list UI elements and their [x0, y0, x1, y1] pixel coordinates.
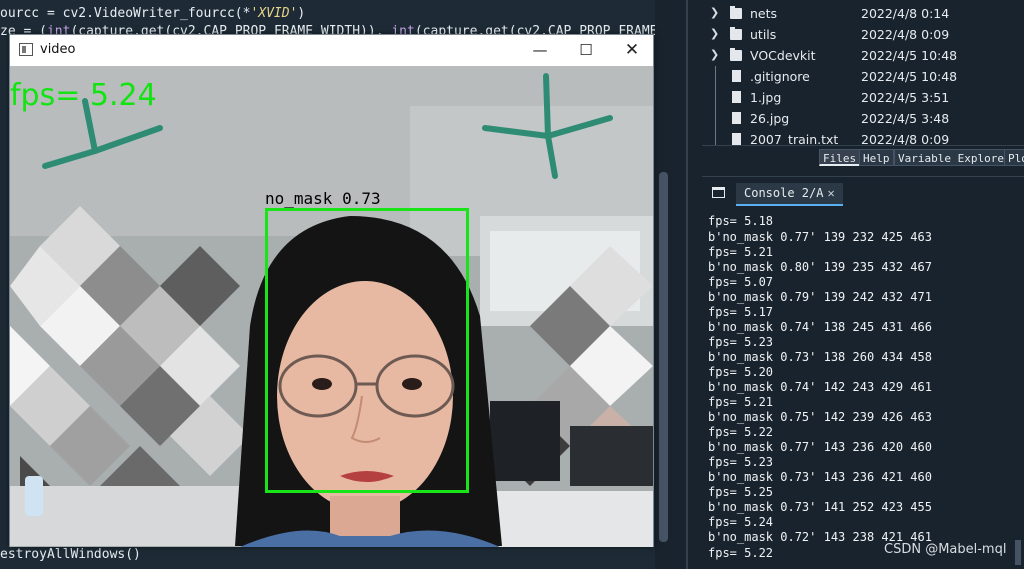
window-title: video [40, 42, 76, 57]
tab-console[interactable]: Console 2/A ✕ [736, 183, 843, 206]
code-line: ourcc = cv2.VideoWriter_fourcc(*'XVID') [0, 6, 306, 21]
console-line: b'no_mask 0.79' 139 242 432 471 [708, 290, 932, 304]
file-date: 2022/4/5 10:48 [861, 48, 958, 63]
close-icon[interactable]: ✕ [827, 186, 834, 200]
file-date: 2022/4/8 0:09 [861, 27, 950, 42]
maximize-button[interactable]: ☐ [563, 35, 609, 65]
console-line: b'no_mask 0.73' 141 252 423 455 [708, 500, 932, 514]
file-name: utils [750, 27, 777, 42]
console-line: fps= 5.23 [708, 455, 774, 469]
maximize-icon: ☐ [579, 41, 593, 59]
tree-line [715, 108, 716, 129]
file-row[interactable]: 2007_train.txt 2022/4/8 0:09 [702, 129, 1024, 145]
file-name: nets [750, 6, 778, 21]
folder-icon [730, 6, 742, 19]
file-date: 2022/4/8 0:09 [861, 132, 950, 145]
file-name: VOCdevkit [750, 48, 816, 63]
console-tab-label: Console 2/A [744, 186, 824, 200]
console-line: b'no_mask 0.77' 143 236 420 460 [708, 440, 932, 454]
file-row[interactable]: .gitignore 2022/4/5 10:48 [702, 66, 1024, 87]
tree-line [715, 87, 716, 108]
console-line: fps= 5.18 [708, 214, 774, 228]
console-line: b'no_mask 0.74' 138 245 431 466 [708, 320, 932, 334]
scrollbar-thumb[interactable] [659, 172, 668, 542]
detection-bounding-box [265, 208, 469, 493]
tree-line [715, 129, 716, 145]
console-line: fps= 5.24 [708, 515, 774, 529]
tab-help[interactable]: Help [859, 149, 894, 166]
console-line: fps= 5.22 [708, 546, 774, 560]
console-line: fps= 5.20 [708, 365, 774, 379]
file-date: 2022/4/8 0:14 [861, 6, 950, 21]
tree-line [715, 66, 716, 87]
file-row[interactable]: 26.jpg 2022/4/5 3:48 [702, 108, 1024, 129]
minimize-button[interactable]: — [517, 35, 563, 65]
console-output[interactable]: fps= 5.18 b'no_mask 0.77' 139 232 425 46… [702, 210, 1024, 569]
console-line: fps= 5.17 [708, 305, 774, 319]
tab-plots[interactable]: Plo [1004, 149, 1024, 166]
file-row[interactable]: ❯ VOCdevkit 2022/4/5 10:48 [702, 45, 1024, 66]
close-button[interactable]: ✕ [609, 35, 655, 65]
video-window[interactable]: video — ☐ ✕ fps= 5.24 no_mask 0.73 [9, 34, 654, 547]
code-line: estroyAllWindows() [0, 547, 141, 562]
console-header: Console 2/A ✕ [702, 176, 1024, 210]
file-name: .gitignore [750, 69, 810, 84]
console-line: fps= 5.07 [708, 275, 774, 289]
file-row[interactable]: 1.jpg 2022/4/5 3:51 [702, 87, 1024, 108]
console-line: fps= 5.22 [708, 425, 774, 439]
folder-icon [730, 27, 742, 40]
pane-tab-bar: Files Help Variable Explorer Plo [702, 145, 1024, 167]
editor-scrollbar[interactable] [655, 0, 672, 569]
file-icon [732, 133, 741, 145]
console-line: fps= 5.21 [708, 395, 774, 409]
image-file-icon [732, 112, 741, 124]
console-scrollbar[interactable] [1012, 210, 1024, 569]
detection-label: no_mask 0.73 [265, 189, 381, 208]
file-name: 26.jpg [750, 111, 790, 126]
console-line: b'no_mask 0.73' 143 236 421 460 [708, 470, 932, 484]
console-line: b'no_mask 0.77' 139 232 425 463 [708, 230, 932, 244]
console-line: fps= 5.21 [708, 245, 774, 259]
file-row[interactable]: ❯ nets 2022/4/8 0:14 [702, 3, 1024, 24]
file-date: 2022/4/5 3:51 [861, 90, 950, 105]
console-line: fps= 5.23 [708, 335, 774, 349]
chevron-right-icon[interactable]: ❯ [710, 27, 719, 40]
console-line: b'no_mask 0.74' 142 243 429 461 [708, 380, 932, 394]
watermark-text: CSDN @Mabel-mql [884, 542, 1007, 557]
folder-icon [730, 48, 742, 61]
close-icon: ✕ [624, 40, 640, 60]
file-icon [732, 70, 741, 82]
chevron-right-icon[interactable]: ❯ [710, 6, 719, 19]
file-name: 2007_train.txt [750, 132, 839, 145]
file-date: 2022/4/5 10:48 [861, 69, 958, 84]
chevron-right-icon[interactable]: ❯ [710, 48, 719, 61]
file-date: 2022/4/5 3:48 [861, 111, 950, 126]
file-row[interactable]: ❯ utils 2022/4/8 0:09 [702, 24, 1024, 45]
camera-frame: fps= 5.24 no_mask 0.73 [10, 66, 653, 547]
console-line: fps= 5.25 [708, 485, 774, 499]
tab-variable-explorer[interactable]: Variable Explorer [894, 149, 1015, 166]
image-file-icon [732, 91, 741, 103]
pane-splitter[interactable] [672, 0, 702, 569]
console-line: b'no_mask 0.75' 142 239 426 463 [708, 410, 932, 424]
console-window-icon[interactable] [712, 187, 725, 198]
scrollbar-thumb[interactable] [1015, 540, 1021, 565]
files-pane[interactable]: ❯ nets 2022/4/8 0:14 ❯ utils 2022/4/8 0:… [702, 0, 1024, 145]
file-name: 1.jpg [750, 90, 782, 105]
splitter-grip[interactable] [686, 0, 688, 569]
console-line: b'no_mask 0.73' 138 260 434 458 [708, 350, 932, 364]
minimize-icon: — [532, 41, 548, 59]
fps-overlay-text: fps= 5.24 [10, 78, 157, 113]
window-titlebar[interactable]: video — ☐ ✕ [10, 35, 653, 65]
console-line: b'no_mask 0.80' 139 235 432 467 [708, 260, 932, 274]
app-window-icon [19, 43, 33, 56]
tab-files[interactable]: Files [819, 149, 861, 166]
